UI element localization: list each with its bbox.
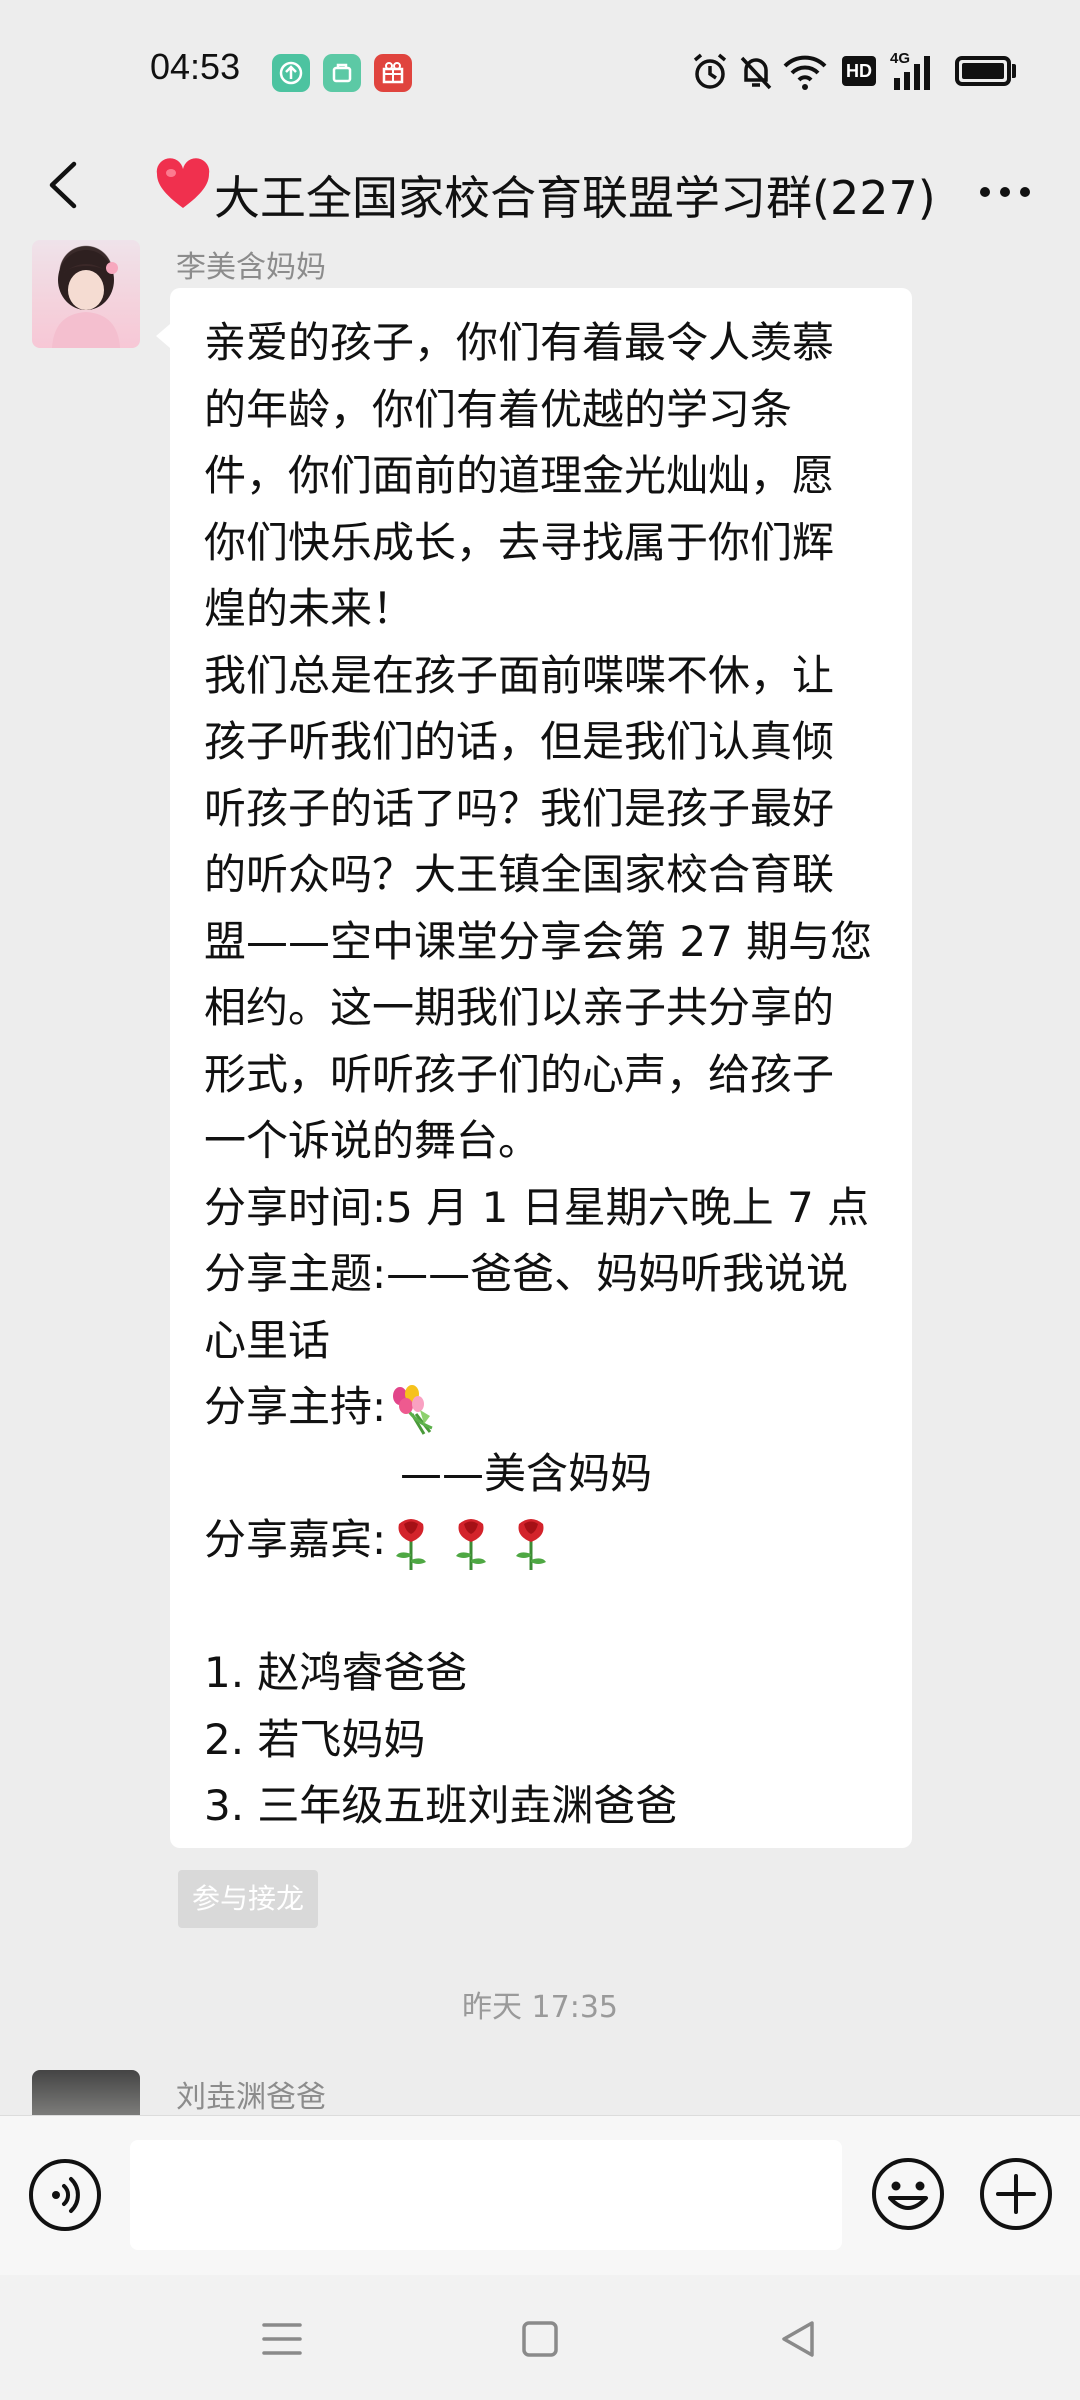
chat-message-list[interactable]: 李美含妈妈 亲爱的孩子，你们有着最令人羡慕 的年龄，你们有着优越的学习条 件，你… <box>0 240 1080 2115</box>
message-bubble[interactable]: 亲爱的孩子，你们有着最令人羡慕 的年龄，你们有着优越的学习条 件，你们面前的道理… <box>156 288 912 1848</box>
chevron-left-icon <box>49 161 77 209</box>
sender-name: 刘垚渊爸爸 <box>176 2080 326 2115</box>
home-nav-button[interactable] <box>516 2315 564 2363</box>
back-triangle-icon <box>782 2321 814 2357</box>
message-line: 一个诉说的舞台。 <box>204 1116 541 1165</box>
gift-app-icon <box>374 54 412 92</box>
message-line: 我们总是在孩子面前喋喋不休，让 <box>204 650 835 700</box>
guest-item: 2. 若飞妈妈 <box>204 1714 426 1764</box>
menu-icon <box>262 2323 302 2355</box>
system-navigation-bar <box>0 2275 1080 2400</box>
message-line: 分享时间:5 月 1 日星期六晚上 7 点 <box>204 1182 870 1232</box>
more-dot <box>1000 187 1010 197</box>
voice-input-button[interactable] <box>28 2158 102 2232</box>
upload-app-icon <box>272 54 310 92</box>
mute-bell-icon <box>740 56 772 90</box>
message-timestamp: 昨天 17:35 <box>462 1990 618 2025</box>
rose-emoji-icon <box>396 1518 427 1570</box>
message-line: 心里话 <box>204 1315 331 1365</box>
message-line: 听孩子的话了吗？我们是孩子最好 <box>204 783 835 833</box>
message-input[interactable] <box>130 2140 842 2250</box>
guest-item: 3. 三年级五班刘垚渊爸爸 <box>204 1781 678 1830</box>
message-line: 件，你们面前的道理金光灿灿，愿 <box>204 451 835 500</box>
store-app-icon <box>323 54 361 92</box>
avatar[interactable] <box>32 240 140 348</box>
battery-icon <box>955 56 1011 86</box>
heart-icon <box>156 158 210 208</box>
host-name: ——美含妈妈 <box>400 1448 653 1498</box>
back-nav-button[interactable] <box>774 2315 822 2363</box>
alarm-icon <box>693 53 727 89</box>
message-line: 的年龄，你们有着优越的学习条 <box>204 384 793 434</box>
back-button[interactable] <box>30 150 100 220</box>
message-line: 盟——空中课堂分享会第 27 期与您 <box>204 916 873 966</box>
home-square-icon <box>522 2321 558 2357</box>
message-line: 煌的未来！ <box>204 584 415 633</box>
chat-header: 大王全国家校合育联盟学习群(227) <box>0 130 1080 240</box>
plus-icon <box>980 2158 1052 2230</box>
status-time: 04:53 <box>150 46 241 87</box>
sender-name: 李美含妈妈 <box>176 250 326 285</box>
message-line: 亲爱的孩子，你们有着最令人羡慕 <box>204 318 835 367</box>
more-functions-button[interactable] <box>978 2156 1054 2232</box>
message-line: 形式，听听孩子们的心声，给孩子 <box>204 1049 835 1099</box>
smiley-icon <box>872 2158 944 2230</box>
voice-icon <box>29 2159 101 2231</box>
more-dot <box>980 187 990 197</box>
rose-emoji-icon <box>456 1518 487 1570</box>
message-text: 亲爱的孩子，你们有着最令人羡慕 的年龄，你们有着优越的学习条 件，你们面前的道理… <box>204 310 894 1840</box>
input-bar <box>0 2115 1080 2275</box>
rose-emoji-icon <box>516 1518 547 1570</box>
guest-item: 1. 赵鸿睿爸爸 <box>204 1648 468 1697</box>
avatar[interactable] <box>32 2070 140 2115</box>
more-options-button[interactable] <box>970 154 1040 224</box>
message-line: 分享主题:——爸爸、妈妈听我说说 <box>204 1249 849 1298</box>
host-label: 分享主持: <box>204 1382 387 1431</box>
message-line: 你们快乐成长，去寻找属于你们辉 <box>204 517 835 567</box>
host-line: 分享主持: <box>204 1374 894 1441</box>
message-line: 孩子听我们的话，但是我们认真倾 <box>204 717 835 766</box>
message-line: 相约。这一期我们以亲子共分享的 <box>204 983 835 1032</box>
emoji-button[interactable] <box>870 2156 946 2232</box>
more-dot <box>1020 187 1030 197</box>
message-line: 的听众吗？大王镇全国家校合育联 <box>204 850 835 899</box>
chat-title: 大王全国家校合育联盟学习群(227) <box>214 171 936 225</box>
wifi-icon <box>783 55 827 90</box>
menu-nav-button[interactable] <box>258 2315 306 2363</box>
bouquet-emoji-icon <box>393 1384 433 1435</box>
join-relay-button[interactable]: 参与接龙 <box>178 1870 319 1928</box>
status-bar: 04:53 HD 4G <box>0 0 1080 130</box>
guest-line: 分享嘉宾: <box>204 1507 894 1574</box>
battery-tip <box>1012 64 1016 78</box>
hd-badge: HD <box>842 56 876 86</box>
signal-icon: 4G <box>890 50 940 94</box>
guest-label: 分享嘉宾: <box>204 1515 387 1564</box>
